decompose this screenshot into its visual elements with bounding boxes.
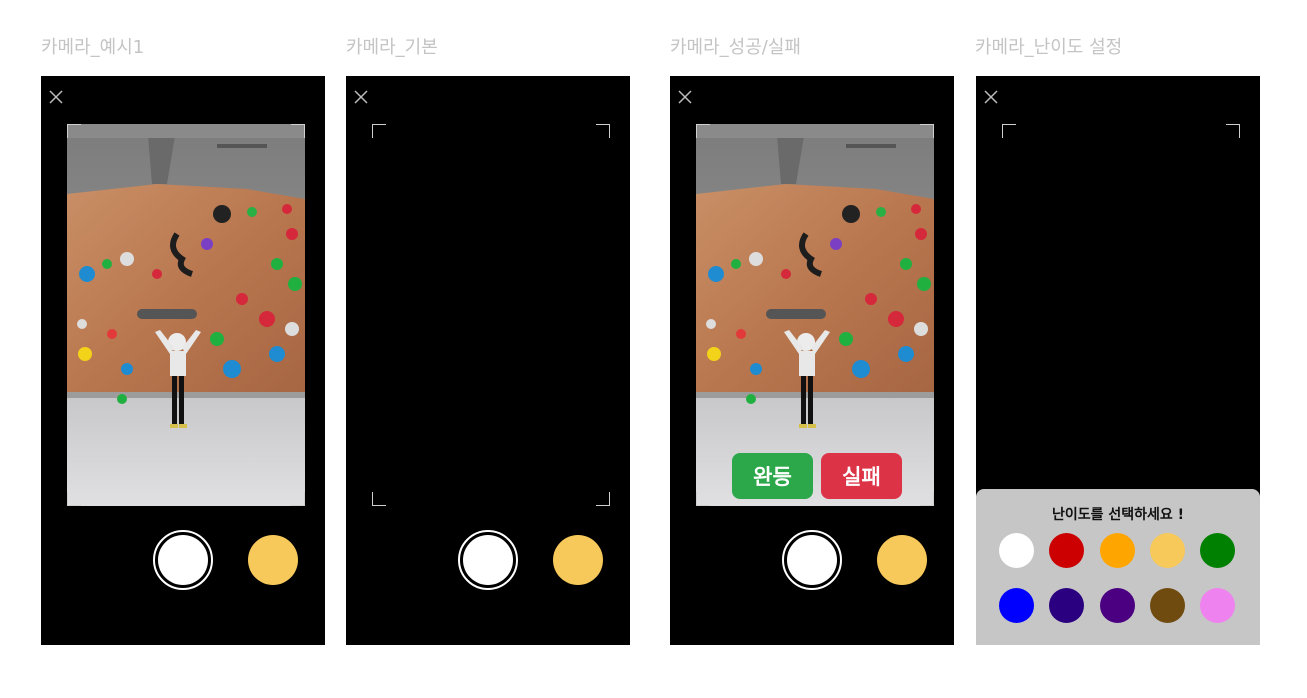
captured-photo [696,124,934,506]
difficulty-swatch[interactable] [1150,533,1185,568]
frame-corner [596,124,610,138]
frame-corner [696,124,710,138]
difficulty-color-button[interactable] [248,535,298,585]
captured-photo [67,124,305,506]
camera-screen-example [41,76,325,645]
difficulty-panel: 난이도를 선택하세요 ! [976,489,1260,645]
frame-corner [291,492,305,506]
frame-corner [920,492,934,506]
difficulty-swatch[interactable] [1049,588,1084,623]
frame-corner [372,124,386,138]
close-icon[interactable] [984,90,998,104]
frame-corner [67,492,81,506]
difficulty-swatch[interactable] [999,533,1034,568]
difficulty-swatch[interactable] [1200,533,1235,568]
success-button[interactable]: 완등 [732,453,813,499]
frame-title: 카메라_성공/실패 [670,37,801,58]
difficulty-swatch[interactable] [1049,533,1084,568]
camera-screen-basic [346,76,630,645]
difficulty-swatch[interactable] [999,588,1034,623]
close-icon[interactable] [354,90,368,104]
shutter-button[interactable] [153,530,213,590]
frame-title: 카메라_기본 [346,37,438,58]
fail-button[interactable]: 실패 [821,453,902,499]
frame-title: 카메라_난이도 설정 [975,37,1123,58]
frame-corner [1002,124,1016,138]
close-icon[interactable] [49,90,63,104]
difficulty-swatch[interactable] [1150,588,1185,623]
camera-screen-result: 완등 실패 [670,76,954,645]
frame-corner [1226,124,1240,138]
close-icon[interactable] [678,90,692,104]
difficulty-swatch[interactable] [1200,588,1235,623]
camera-viewfinder [67,124,305,506]
difficulty-color-button[interactable] [877,535,927,585]
camera-viewfinder [372,124,610,506]
difficulty-color-button[interactable] [553,535,603,585]
shutter-button[interactable] [458,530,518,590]
camera-viewfinder [1002,124,1240,506]
frame-corner [291,124,305,138]
frame-corner [696,492,710,506]
frame-corner [596,492,610,506]
difficulty-swatch[interactable] [1100,533,1135,568]
panel-title: 난이도를 선택하세요 ! [1051,507,1185,523]
frame-corner [372,492,386,506]
shutter-button[interactable] [782,530,842,590]
frame-title: 카메라_예시1 [41,37,145,58]
frame-corner [920,124,934,138]
camera-viewfinder [696,124,934,506]
difficulty-swatch[interactable] [1100,588,1135,623]
camera-screen-difficulty: 난이도를 선택하세요 ! [976,76,1260,645]
frame-corner [67,124,81,138]
